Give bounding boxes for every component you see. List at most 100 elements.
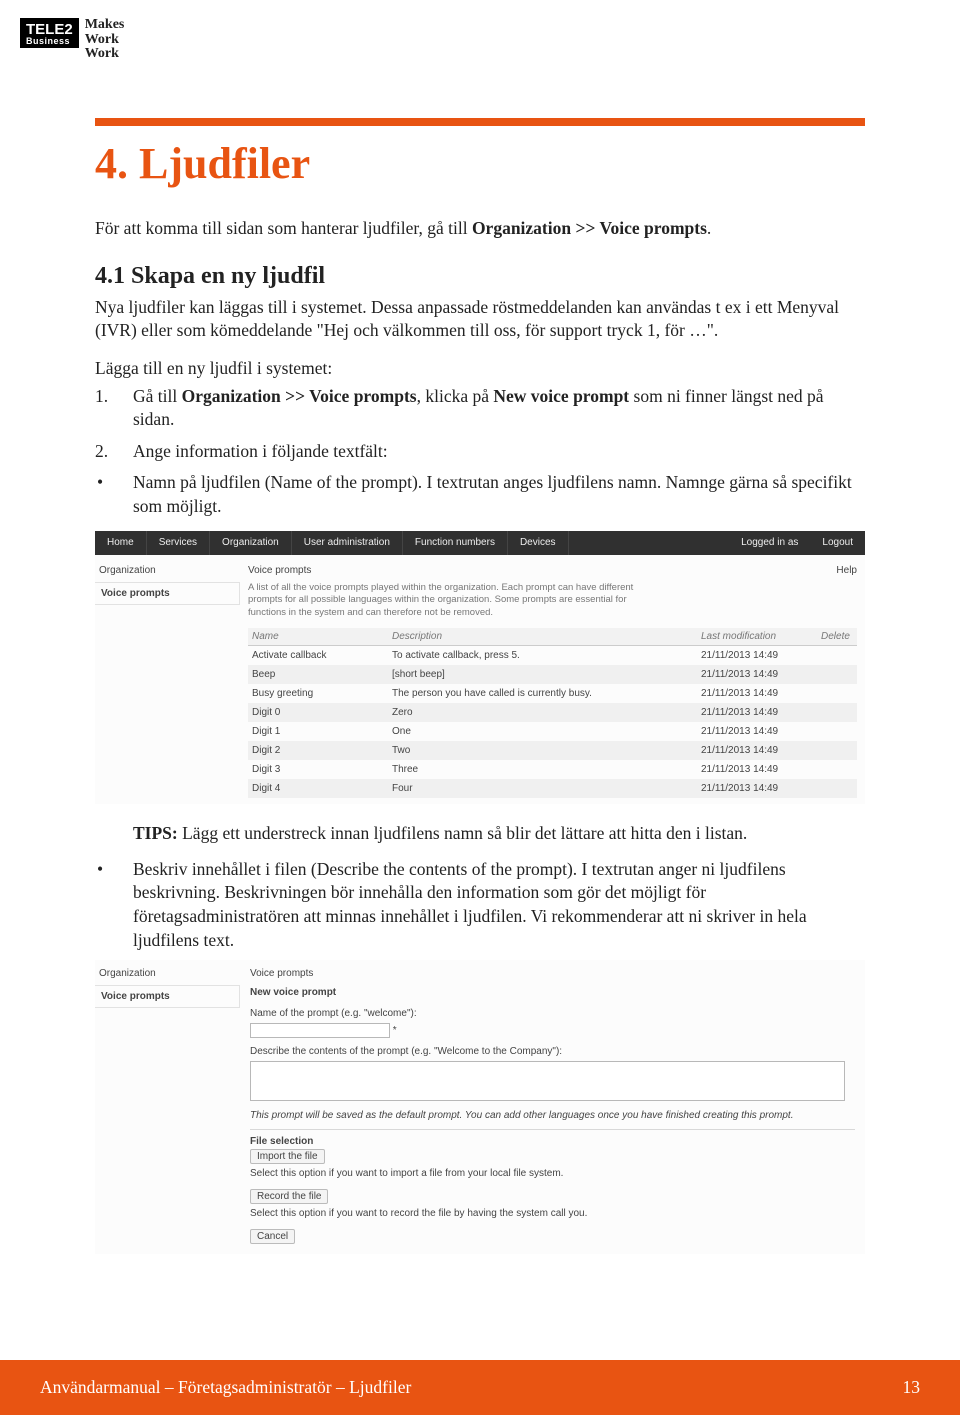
- prompt-name-input[interactable]: [250, 1023, 390, 1038]
- cell-date: 21/11/2013 14:49: [697, 684, 817, 703]
- panel-title: Voice prompts: [248, 565, 311, 576]
- table-row[interactable]: Digit 4Four21/11/2013 14:49: [248, 779, 857, 798]
- panel-description: A list of all the voice prompts played w…: [248, 582, 648, 620]
- cell-date: 21/11/2013 14:49: [697, 722, 817, 741]
- cell-date: 21/11/2013 14:49: [697, 665, 817, 684]
- cell-name: Digit 4: [248, 779, 388, 798]
- cell-desc: Two: [388, 741, 697, 760]
- cell-desc: [short beep]: [388, 665, 697, 684]
- cell-desc: Four: [388, 779, 697, 798]
- table-row[interactable]: Digit 0Zero21/11/2013 14:49: [248, 703, 857, 722]
- cell-delete: [817, 703, 857, 722]
- page-number: 13: [903, 1377, 921, 1398]
- list-text: Beskriv innehållet i filen (Describe the…: [133, 858, 865, 953]
- cancel-button[interactable]: Cancel: [250, 1229, 295, 1244]
- list-number: 1.: [95, 385, 133, 432]
- cell-name: Digit 2: [248, 741, 388, 760]
- cell-delete: [817, 741, 857, 760]
- menu-user-admin[interactable]: User administration: [292, 531, 403, 555]
- panel-title: Voice prompts: [250, 968, 855, 979]
- menu-devices[interactable]: Devices: [508, 531, 569, 555]
- list-item: • Beskriv innehållet i filen (Describe t…: [95, 858, 865, 953]
- page-footer: Användarmanual – Företagsadministratör –…: [0, 1360, 960, 1415]
- cell-desc: Zero: [388, 703, 697, 722]
- record-file-button[interactable]: Record the file: [250, 1189, 328, 1204]
- footer-text: Användarmanual – Företagsadministratör –…: [40, 1377, 411, 1398]
- screenshot-voice-prompts-list: Home Services Organization User administ…: [95, 531, 865, 804]
- table-row[interactable]: Digit 3Three21/11/2013 14:49: [248, 760, 857, 779]
- sidebar: Organization Voice prompts: [95, 960, 240, 1254]
- cell-delete: [817, 665, 857, 684]
- list-text: Namn på ljudfilen (Name of the prompt). …: [133, 471, 865, 518]
- screenshot-new-voice-prompt: Organization Voice prompts Voice prompts…: [95, 960, 865, 1254]
- col-modified: Last modification: [697, 628, 817, 646]
- tips-label: TIPS:: [133, 823, 178, 843]
- cell-desc: Three: [388, 760, 697, 779]
- tele2-logo-icon: TELE2 Business: [20, 18, 79, 48]
- import-file-button[interactable]: Import the file: [250, 1149, 325, 1164]
- slogan-line: Work: [85, 47, 125, 62]
- cell-delete: [817, 722, 857, 741]
- intro-path: Organization >> Voice prompts: [472, 218, 707, 238]
- slogan-line: Makes: [85, 18, 125, 33]
- section-heading: 4.1 Skapa en ny ljudfil: [95, 263, 865, 290]
- col-description: Description: [388, 628, 697, 646]
- table-row[interactable]: Busy greetingThe person you have called …: [248, 684, 857, 703]
- cell-name: Digit 3: [248, 760, 388, 779]
- menu-function-numbers[interactable]: Function numbers: [403, 531, 508, 555]
- sidebar: Organization Voice prompts: [95, 555, 240, 804]
- cell-date: 21/11/2013 14:49: [697, 646, 817, 666]
- cell-name: Beep: [248, 665, 388, 684]
- intro-text: För att komma till sidan som hanterar lj…: [95, 218, 472, 238]
- sidebar-item-voice-prompts[interactable]: Voice prompts: [95, 985, 240, 1008]
- sidebar-item-voice-prompts[interactable]: Voice prompts: [95, 582, 240, 605]
- table-row[interactable]: Beep[short beep]21/11/2013 14:49: [248, 665, 857, 684]
- slogan: Makes Work Work: [85, 18, 125, 62]
- bullet-icon: •: [95, 471, 133, 518]
- table-row[interactable]: Digit 2Two21/11/2013 14:49: [248, 741, 857, 760]
- slogan-line: Work: [85, 33, 125, 48]
- list-number: 2.: [95, 440, 133, 464]
- form-note: This prompt will be saved as the default…: [250, 1110, 855, 1121]
- logged-in-label: Logged in as: [729, 531, 810, 555]
- section-rule: [95, 118, 865, 126]
- cell-desc: One: [388, 722, 697, 741]
- required-star: *: [393, 1025, 397, 1036]
- menu-home[interactable]: Home: [95, 531, 147, 555]
- cell-delete: [817, 760, 857, 779]
- text-bold: New voice prompt: [493, 386, 629, 406]
- cell-date: 21/11/2013 14:49: [697, 741, 817, 760]
- cell-date: 21/11/2013 14:49: [697, 779, 817, 798]
- paragraph: Lägga till en ny ljudfil i systemet:: [95, 357, 865, 381]
- intro-text: .: [707, 218, 711, 238]
- sidebar-label: Organization: [95, 968, 240, 985]
- page-title: 4. Ljudfiler: [95, 138, 865, 189]
- cell-name: Busy greeting: [248, 684, 388, 703]
- cell-desc: The person you have called is currently …: [388, 684, 697, 703]
- import-hint: Select this option if you want to import…: [250, 1168, 855, 1179]
- table-row[interactable]: Digit 1One21/11/2013 14:49: [248, 722, 857, 741]
- prompts-table: Name Description Last modification Delet…: [248, 628, 857, 798]
- text: Gå till: [133, 386, 182, 406]
- logo-subtext: Business: [26, 37, 73, 46]
- paragraph: Nya ljudfiler kan läggas till i systemet…: [95, 296, 865, 343]
- list-item: 1. Gå till Organization >> Voice prompts…: [95, 385, 865, 432]
- cell-delete: [817, 646, 857, 666]
- prompt-desc-textarea[interactable]: [250, 1061, 845, 1101]
- table-row[interactable]: Activate callbackTo activate callback, p…: [248, 646, 857, 666]
- list-item: 2. Ange information i följande textfält:: [95, 440, 865, 464]
- menu-organization[interactable]: Organization: [210, 531, 292, 555]
- list-text: Gå till Organization >> Voice prompts, k…: [133, 385, 865, 432]
- cell-date: 21/11/2013 14:49: [697, 703, 817, 722]
- list-item: • Namn på ljudfilen (Name of the prompt)…: [95, 471, 865, 518]
- logout-link[interactable]: Logout: [810, 531, 865, 555]
- cell-name: Activate callback: [248, 646, 388, 666]
- cell-desc: To activate callback, press 5.: [388, 646, 697, 666]
- sidebar-label: Organization: [95, 565, 240, 582]
- menu-services[interactable]: Services: [147, 531, 210, 555]
- label-prompt-name: Name of the prompt (e.g. "welcome"):: [250, 1008, 855, 1019]
- record-hint: Select this option if you want to record…: [250, 1208, 855, 1219]
- help-link[interactable]: Help: [836, 565, 857, 576]
- tips-text: Lägg ett understreck innan ljudfilens na…: [178, 823, 748, 843]
- cell-name: Digit 0: [248, 703, 388, 722]
